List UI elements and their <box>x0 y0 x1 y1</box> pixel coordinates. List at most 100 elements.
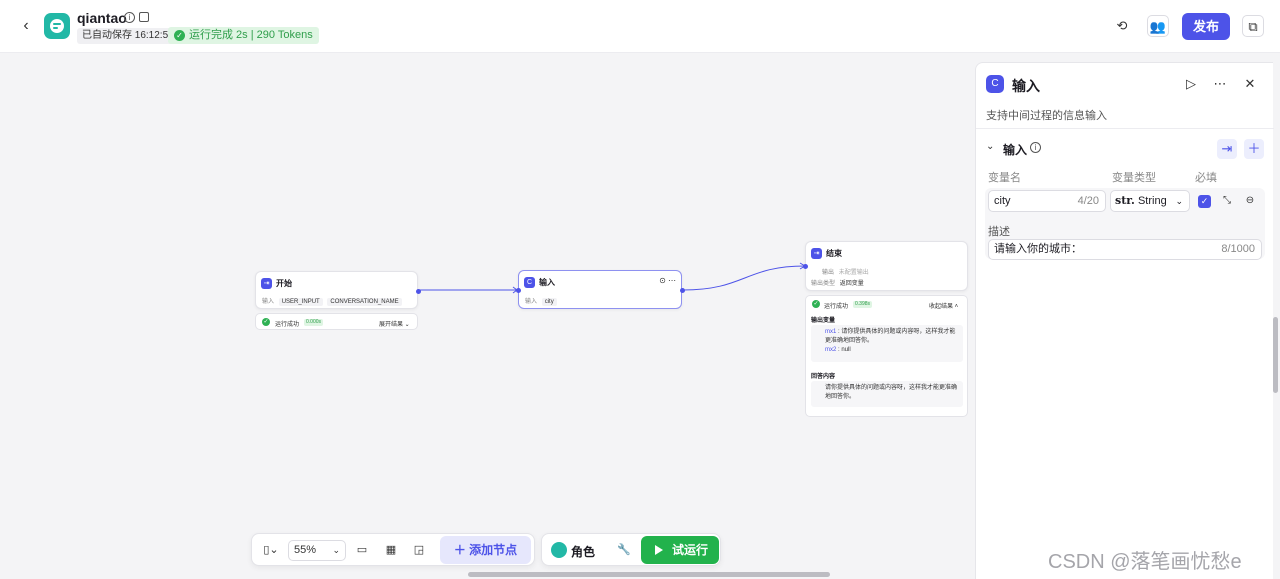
end-node-result: ✓ 运行成功 0.398s 收起结果 ˄ 输出变量 mx1 : 请你提供具体的问… <box>805 295 968 417</box>
char-count: 8/1000 <box>1221 243 1255 255</box>
remove-icon[interactable]: ⊖ <box>1243 194 1257 208</box>
mx1-value: 请你提供具体的问题或内容呀，这样我才能更准确地回答你。 <box>825 329 956 344</box>
variable-name-input[interactable]: city 4/20 <box>988 190 1106 212</box>
header: ‹ qiantao i 已自动保存 16:12:51 ✓ 运行完成 2s | 2… <box>0 0 1280 53</box>
mx2-key: mx2 <box>825 347 837 353</box>
variable-name-value: city <box>994 195 1011 207</box>
role-label[interactable]: 角色 <box>571 543 595 560</box>
vertical-scrollbar[interactable] <box>1273 317 1278 393</box>
variable-row: city 4/20 str. String ⌄ ✓ ⤡ ⊖ 描述 请输入你的城市… <box>985 188 1265 260</box>
collapse-icon[interactable]: ⤡ <box>1220 194 1234 208</box>
node-config-panel: C 输入 ▷ ⋯ ✕ 支持中间过程的信息输入 ⌄ 输入 i ⇥ ＋ 变量名 变量… <box>975 62 1274 579</box>
description-label: 描述 <box>988 226 1010 238</box>
copy-icon[interactable]: ⧉ <box>1242 15 1264 37</box>
input-port[interactable] <box>803 264 808 269</box>
comment-icon[interactable]: ▭ <box>354 542 370 558</box>
minimap-icon[interactable]: ◲ <box>411 542 427 558</box>
run-status-text: 运行完成 2s | 290 Tokens <box>189 29 313 41</box>
start-node[interactable]: ⇥ 开始 输入 USER_INPUT CONVERSATION_NAME <box>255 271 421 309</box>
output-vars-box: mx1 : 请你提供具体的问题或内容呀，这样我才能更准确地回答你。 mx2 : … <box>811 325 963 362</box>
canvas-toolbar: ▯⌄ 55% ⌄ ▭ ▦ ◲ ＋ 添加节点 <box>251 533 535 566</box>
input-port[interactable] <box>516 288 521 293</box>
input-node[interactable]: C 输入 ⊙ ⋯ 输入 city <box>516 270 685 309</box>
start-node-icon: ⇥ <box>261 278 272 289</box>
output-value: 未配置输出 <box>838 270 869 276</box>
add-variable-button[interactable]: ＋ <box>1244 139 1264 159</box>
node-actions[interactable]: ⊙ ⋯ <box>659 276 676 285</box>
run-status-badge: ✓ 运行完成 2s | 290 Tokens <box>168 27 319 44</box>
type-value: String <box>1137 195 1167 207</box>
run-success-text: 运行成功 <box>275 322 300 328</box>
info-icon[interactable]: i <box>124 12 135 23</box>
output-type-value: 返回变量 <box>839 281 864 287</box>
collapse-result-toggle[interactable]: 收起结果 ˄ <box>929 301 958 310</box>
inputs-label: 输入 <box>262 299 275 305</box>
end-node-icon: ⇥ <box>811 248 822 259</box>
col-header-type: 变量类型 <box>1112 172 1156 184</box>
layout-grid-icon[interactable]: ▦ <box>383 542 399 558</box>
required-checkbox[interactable]: ✓ <box>1198 195 1211 208</box>
publish-button[interactable]: 发布 <box>1182 13 1230 40</box>
input-node-icon: C <box>524 277 535 288</box>
end-node-output: 输出 未配置输出 <box>822 267 869 276</box>
info-icon[interactable]: i <box>1030 142 1041 153</box>
watermark: CSDN @落笔画忧愁e <box>1048 551 1242 573</box>
chevron-down-icon[interactable]: ⌄ <box>986 141 994 152</box>
input-node-inputs: 输入 city <box>525 296 557 306</box>
var-chip: CONVERSATION_NAME <box>327 298 402 306</box>
add-node-button[interactable]: ＋ 添加节点 <box>440 536 531 564</box>
input-node-icon: C <box>986 75 1004 93</box>
app-logo-icon <box>44 13 70 39</box>
panel-title: 输入 <box>1012 78 1040 94</box>
collapse-result-label: 收起结果 <box>929 304 954 310</box>
workflow-canvas[interactable]: ⇥ 开始 输入 USER_INPUT CONVERSATION_NAME ✓ 运… <box>0 53 975 579</box>
horizontal-scrollbar[interactable] <box>468 572 830 577</box>
wrench-icon[interactable]: 🔧 <box>616 542 632 558</box>
variable-type-select[interactable]: str. String ⌄ <box>1110 190 1190 212</box>
collaborators-icon[interactable]: 👥 <box>1147 15 1169 37</box>
trial-run-button[interactable]: 试运行 <box>641 536 719 564</box>
output-port[interactable] <box>680 288 685 293</box>
back-arrow-icon[interactable]: ‹ <box>16 16 36 36</box>
mouse-mode-icon[interactable]: ▯⌄ <box>260 542 282 558</box>
var-chip: USER_INPUT <box>278 298 323 306</box>
inputs-label: 输入 <box>525 299 538 305</box>
description-input[interactable]: 请输入你的城市： 8/1000 <box>988 239 1262 260</box>
description-value: 请输入你的城市： <box>994 243 1082 255</box>
run-time: 0.000s <box>304 319 324 326</box>
zoom-select[interactable]: 55% ⌄ <box>288 540 346 561</box>
expand-result-toggle[interactable]: 展开结果 ⌄ <box>379 319 410 328</box>
output-port[interactable] <box>416 289 421 294</box>
end-node[interactable]: ⇥ 结束 输出 未配置输出 输出类型 返回变量 <box>803 241 968 291</box>
import-icon[interactable]: ⇥ <box>1217 139 1237 159</box>
run-toolbar: 角色 🔧 试运行 <box>541 533 721 566</box>
zoom-value: 55% <box>294 544 317 556</box>
input-node-title: 输入 <box>539 278 555 287</box>
edge-input-end <box>682 265 806 291</box>
panel-description: 支持中间过程的信息输入 <box>986 110 1107 122</box>
divider <box>976 128 1274 129</box>
autosave-status: 已自动保存 16:12:51 <box>77 28 179 44</box>
expand-result-label: 展开结果 <box>379 322 404 328</box>
section-title: 输入 <box>1003 143 1028 157</box>
app-name: qiantao <box>77 10 127 26</box>
output-label: 输出 <box>822 270 835 276</box>
end-node-output-type: 输出类型 返回变量 <box>811 278 864 287</box>
col-header-required: 必填 <box>1195 172 1217 184</box>
run-node-icon[interactable]: ▷ <box>1182 75 1200 93</box>
more-icon[interactable]: ⋯ <box>1211 75 1229 93</box>
type-prefix: str. <box>1115 194 1135 207</box>
end-node-title: 结束 <box>826 249 842 258</box>
chevron-down-icon: ⌄ <box>332 545 340 555</box>
history-icon[interactable]: ⟲ <box>1111 15 1133 37</box>
col-header-name: 变量名 <box>988 172 1021 184</box>
trial-run-label: 试运行 <box>672 543 709 557</box>
edit-icon[interactable] <box>139 12 149 22</box>
run-success-text: 运行成功 <box>824 304 849 310</box>
close-icon[interactable]: ✕ <box>1241 75 1259 93</box>
answer-title: 回答内容 <box>811 374 836 380</box>
start-node-inputs: 输入 USER_INPUT CONVERSATION_NAME <box>262 296 402 306</box>
check-circle-icon: ✓ <box>812 300 820 308</box>
role-avatar-icon[interactable] <box>551 542 567 558</box>
output-type-label: 输出类型 <box>811 281 836 287</box>
